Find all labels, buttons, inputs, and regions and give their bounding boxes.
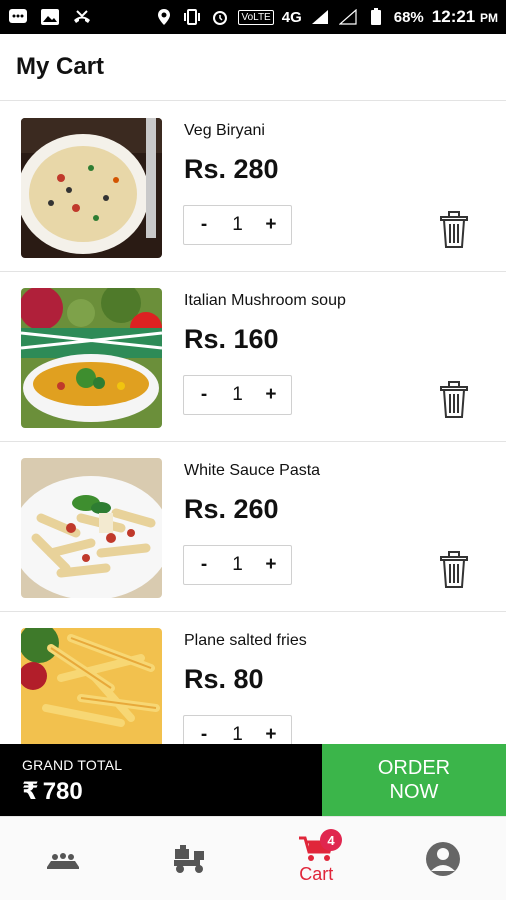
app-header: My Cart <box>0 34 506 101</box>
quantity-stepper: - 1 + <box>183 375 292 415</box>
item-price: Rs. 260 <box>184 494 279 524</box>
delete-button[interactable] <box>437 550 471 590</box>
cart-item: White Sauce Pasta Rs. 260 - 1 + <box>0 442 506 612</box>
item-price: Rs. 160 <box>184 324 279 354</box>
vibrate-icon <box>182 7 202 27</box>
cart-list[interactable]: Veg Biryani Rs. 280 - 1 + Italian Mushro… <box>0 102 506 744</box>
item-name: Veg Biryani <box>184 122 265 139</box>
item-name: White Sauce Pasta <box>184 462 321 479</box>
delete-button[interactable] <box>437 210 471 250</box>
image-icon <box>40 7 60 27</box>
quantity-stepper: - 1 + <box>183 205 292 245</box>
restaurant-icon <box>47 852 80 869</box>
quantity-stepper: - 1 + <box>183 545 292 585</box>
increase-button[interactable]: + <box>261 214 281 236</box>
item-price: Rs. 280 <box>184 154 279 184</box>
total-bar: GRAND TOTAL ₹ 780 ORDER NOW <box>0 744 506 816</box>
decrease-button[interactable]: - <box>194 724 214 744</box>
trash-icon <box>440 381 468 418</box>
alarm-icon <box>210 7 230 27</box>
volte-indicator: VoLTE <box>238 9 274 25</box>
grand-total: GRAND TOTAL ₹ 780 <box>0 744 322 816</box>
grand-total-label: GRAND TOTAL <box>22 757 123 773</box>
signal-empty-icon <box>338 7 358 27</box>
cart-item: Plane salted fries Rs. 80 - 1 + <box>0 612 506 744</box>
bottom-nav: 4 Cart <box>0 816 506 900</box>
trash-icon <box>440 551 468 588</box>
quantity-stepper: - 1 + <box>183 715 292 744</box>
trash-icon <box>440 211 468 248</box>
nav-cart-label: Cart <box>299 864 334 884</box>
grand-total-value: 780 <box>42 777 83 805</box>
cart-item: Veg Biryani Rs. 280 - 1 + <box>0 102 506 272</box>
missed-call-icon <box>72 7 92 27</box>
item-name: Plane salted fries <box>184 632 307 649</box>
grand-total-amount: ₹ 780 <box>22 777 322 806</box>
quantity-value: 1 <box>232 384 243 405</box>
white-sauce-pasta-image <box>21 458 162 598</box>
order-now-button[interactable]: ORDER NOW <box>322 744 506 816</box>
message-icon <box>8 7 28 27</box>
increase-button[interactable]: + <box>261 554 281 576</box>
increase-button[interactable]: + <box>261 724 281 744</box>
delivery-icon <box>173 844 204 873</box>
clock-hours: 12:21 <box>431 7 476 26</box>
signal-icon <box>310 7 330 27</box>
decrease-button[interactable]: - <box>194 214 214 236</box>
salted-fries-image <box>21 628 162 744</box>
location-icon <box>154 7 174 27</box>
mushroom-soup-image <box>21 288 162 428</box>
clock-ampm: PM <box>480 11 498 25</box>
nav-restaurants[interactable] <box>0 817 127 900</box>
increase-button[interactable]: + <box>261 384 281 406</box>
cart-item: Italian Mushroom soup Rs. 160 - 1 + <box>0 272 506 442</box>
cart-count-badge: 4 <box>320 829 342 851</box>
rupee-icon: ₹ <box>22 778 39 805</box>
nav-profile[interactable] <box>380 817 506 900</box>
battery-percent: 68% <box>393 8 424 26</box>
quantity-value: 1 <box>232 724 243 744</box>
nav-delivery[interactable] <box>127 817 254 900</box>
decrease-button[interactable]: - <box>194 384 214 406</box>
profile-icon <box>425 841 460 876</box>
decrease-button[interactable]: - <box>194 554 214 576</box>
clock-time: 12:21 PM <box>432 7 498 27</box>
veg-biryani-image <box>21 118 162 258</box>
nav-cart[interactable]: 4 Cart <box>253 817 380 900</box>
quantity-value: 1 <box>232 214 243 235</box>
quantity-value: 1 <box>232 554 243 575</box>
item-price: Rs. 80 <box>184 664 264 694</box>
delete-button[interactable] <box>437 380 471 420</box>
page-title: My Cart <box>16 53 105 80</box>
battery-icon <box>366 7 386 27</box>
network-type: 4G <box>281 8 302 26</box>
item-name: Italian Mushroom soup <box>184 292 346 309</box>
status-bar: VoLTE 4G 68% 12:21 PM <box>0 0 506 34</box>
